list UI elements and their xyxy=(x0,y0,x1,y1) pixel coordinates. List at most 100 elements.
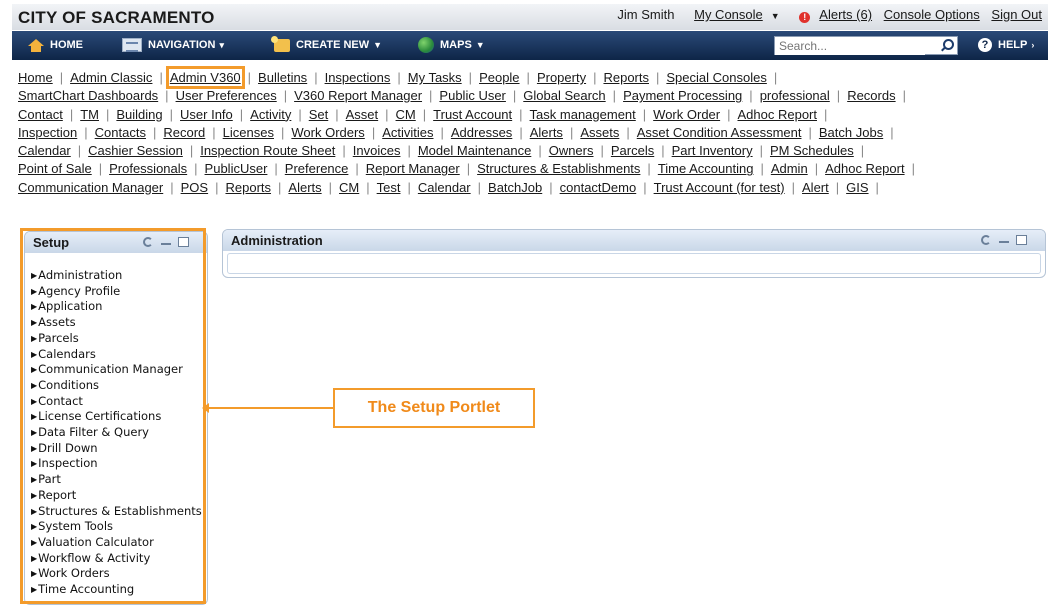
quick-link[interactable]: Alerts xyxy=(288,180,321,195)
quick-link[interactable]: Alert xyxy=(802,180,829,195)
quick-link[interactable]: POS xyxy=(181,180,208,195)
quick-link[interactable]: Records xyxy=(847,88,895,103)
quick-link[interactable]: PM Schedules xyxy=(770,143,854,158)
quick-link[interactable]: Licenses xyxy=(223,125,274,140)
quick-link[interactable]: Calendar xyxy=(418,180,471,195)
quick-link[interactable]: Work Order xyxy=(653,107,720,122)
quick-link[interactable]: professional xyxy=(760,88,830,103)
quick-link[interactable]: Inspection Route Sheet xyxy=(200,143,335,158)
quick-link[interactable]: Point of Sale xyxy=(18,161,92,176)
quick-link[interactable]: CM xyxy=(339,180,359,195)
quick-link[interactable]: GIS xyxy=(846,180,868,195)
quick-link[interactable]: Report Manager xyxy=(366,161,460,176)
setup-menu-item[interactable]: ▶Contact xyxy=(31,394,203,410)
quick-link[interactable]: Calendar xyxy=(18,143,71,158)
setup-menu-item[interactable]: ▶Conditions xyxy=(31,378,203,394)
maps-button[interactable]: MAPS ▼ xyxy=(418,31,485,60)
quick-link[interactable]: Set xyxy=(309,107,329,122)
home-button[interactable]: HOME xyxy=(28,31,83,60)
quick-link[interactable]: TM xyxy=(80,107,99,122)
quick-link[interactable]: Trust Account (for test) xyxy=(654,180,785,195)
quick-link[interactable]: Time Accounting xyxy=(658,161,754,176)
quick-link[interactable]: SmartChart Dashboards xyxy=(18,88,158,103)
create-new-button[interactable]: CREATE NEW ▼ xyxy=(271,31,382,60)
quick-link[interactable]: Parcels xyxy=(611,143,654,158)
quick-link[interactable]: Payment Processing xyxy=(623,88,742,103)
setup-menu-item[interactable]: ▶Inspection xyxy=(31,456,203,472)
quick-link[interactable]: Alerts xyxy=(530,125,563,140)
quick-link[interactable]: People xyxy=(479,70,519,85)
search-icon[interactable] xyxy=(940,39,954,52)
quick-link[interactable]: Owners xyxy=(549,143,594,158)
quick-link[interactable]: Admin xyxy=(771,161,808,176)
quick-link[interactable]: Test xyxy=(377,180,401,195)
quick-link[interactable]: Work Orders xyxy=(291,125,364,140)
quick-link[interactable]: Building xyxy=(116,107,162,122)
quick-link[interactable]: Asset Condition Assessment xyxy=(637,125,802,140)
setup-menu-item[interactable]: ▶Data Filter & Query xyxy=(31,425,203,441)
quick-link[interactable]: V360 Report Manager xyxy=(294,88,422,103)
setup-menu-item[interactable]: ▶Valuation Calculator xyxy=(31,535,203,551)
quick-link[interactable]: Cashier Session xyxy=(88,143,183,158)
console-options-link[interactable]: Console Options xyxy=(884,7,980,22)
quick-link[interactable]: Assets xyxy=(580,125,619,140)
alerts-link[interactable]: ! Alerts (6) xyxy=(791,7,872,23)
quick-link[interactable]: Task management xyxy=(530,107,636,122)
quick-link[interactable]: BatchJob xyxy=(488,180,542,195)
search-input[interactable] xyxy=(775,37,925,55)
setup-menu-item[interactable]: ▶System Tools xyxy=(31,519,203,535)
minimize-icon[interactable] xyxy=(999,233,1009,243)
quick-link[interactable]: My Tasks xyxy=(408,70,462,85)
setup-menu-item[interactable]: ▶Application xyxy=(31,299,203,315)
quick-link[interactable]: Bulletins xyxy=(258,70,307,85)
quick-link[interactable]: Preference xyxy=(285,161,349,176)
quick-link[interactable]: Adhoc Report xyxy=(738,107,818,122)
maximize-icon[interactable] xyxy=(178,237,189,247)
quick-link[interactable]: Admin V360 xyxy=(165,66,245,89)
quick-link[interactable]: Invoices xyxy=(353,143,401,158)
quick-link[interactable]: Asset xyxy=(346,107,379,122)
setup-menu-item[interactable]: ▶Workflow & Activity xyxy=(31,551,203,567)
setup-menu-item[interactable]: ▶Drill Down xyxy=(31,441,203,457)
quick-link[interactable]: PublicUser xyxy=(205,161,268,176)
quick-link[interactable]: Professionals xyxy=(109,161,187,176)
refresh-icon[interactable] xyxy=(143,237,153,247)
quick-link[interactable]: User Info xyxy=(180,107,233,122)
setup-menu-item[interactable]: ▶Time Accounting xyxy=(31,582,203,598)
quick-link[interactable]: Special Consoles xyxy=(666,70,766,85)
quick-link[interactable]: Contact xyxy=(18,107,63,122)
quick-link[interactable]: CM xyxy=(396,107,416,122)
sign-out-link[interactable]: Sign Out xyxy=(991,7,1042,22)
quick-link[interactable]: Property xyxy=(537,70,586,85)
quick-link[interactable]: Structures & Establishments xyxy=(477,161,640,176)
setup-menu-item[interactable]: ▶License Certifications xyxy=(31,409,203,425)
setup-menu-item[interactable]: ▶Parcels xyxy=(31,331,203,347)
quick-link[interactable]: Home xyxy=(18,70,53,85)
quick-link[interactable]: Admin Classic xyxy=(70,70,152,85)
refresh-icon[interactable] xyxy=(981,235,991,245)
setup-menu-item[interactable]: ▶Agency Profile xyxy=(31,284,203,300)
quick-link[interactable]: Activity xyxy=(250,107,291,122)
setup-menu-item[interactable]: ▶Part xyxy=(31,472,203,488)
setup-menu-item[interactable]: ▶Administration xyxy=(31,268,203,284)
my-console-link[interactable]: My Console ▼ xyxy=(686,7,780,22)
quick-link[interactable]: Model Maintenance xyxy=(418,143,531,158)
quick-link[interactable]: Public User xyxy=(439,88,505,103)
quick-link[interactable]: Reports xyxy=(603,70,649,85)
setup-menu-item[interactable]: ▶Communication Manager xyxy=(31,362,203,378)
quick-link[interactable]: Reports xyxy=(225,180,271,195)
quick-link[interactable]: User Preferences xyxy=(176,88,277,103)
minimize-icon[interactable] xyxy=(161,235,171,245)
quick-link[interactable]: Batch Jobs xyxy=(819,125,883,140)
quick-link[interactable]: Record xyxy=(163,125,205,140)
quick-link[interactable]: Adhoc Report xyxy=(825,161,905,176)
help-button[interactable]: ? HELP › xyxy=(978,31,1034,60)
setup-menu-item[interactable]: ▶Structures & Establishments xyxy=(31,504,203,520)
quick-link[interactable]: Trust Account xyxy=(433,107,512,122)
navigation-menu-button[interactable]: NAVIGATION ▾ xyxy=(122,31,224,60)
quick-link[interactable]: Global Search xyxy=(523,88,605,103)
setup-menu-item[interactable]: ▶Work Orders xyxy=(31,566,203,582)
setup-menu-item[interactable]: ▶Report xyxy=(31,488,203,504)
quick-link[interactable]: Inspection xyxy=(18,125,77,140)
setup-menu-item[interactable]: ▶Assets xyxy=(31,315,203,331)
